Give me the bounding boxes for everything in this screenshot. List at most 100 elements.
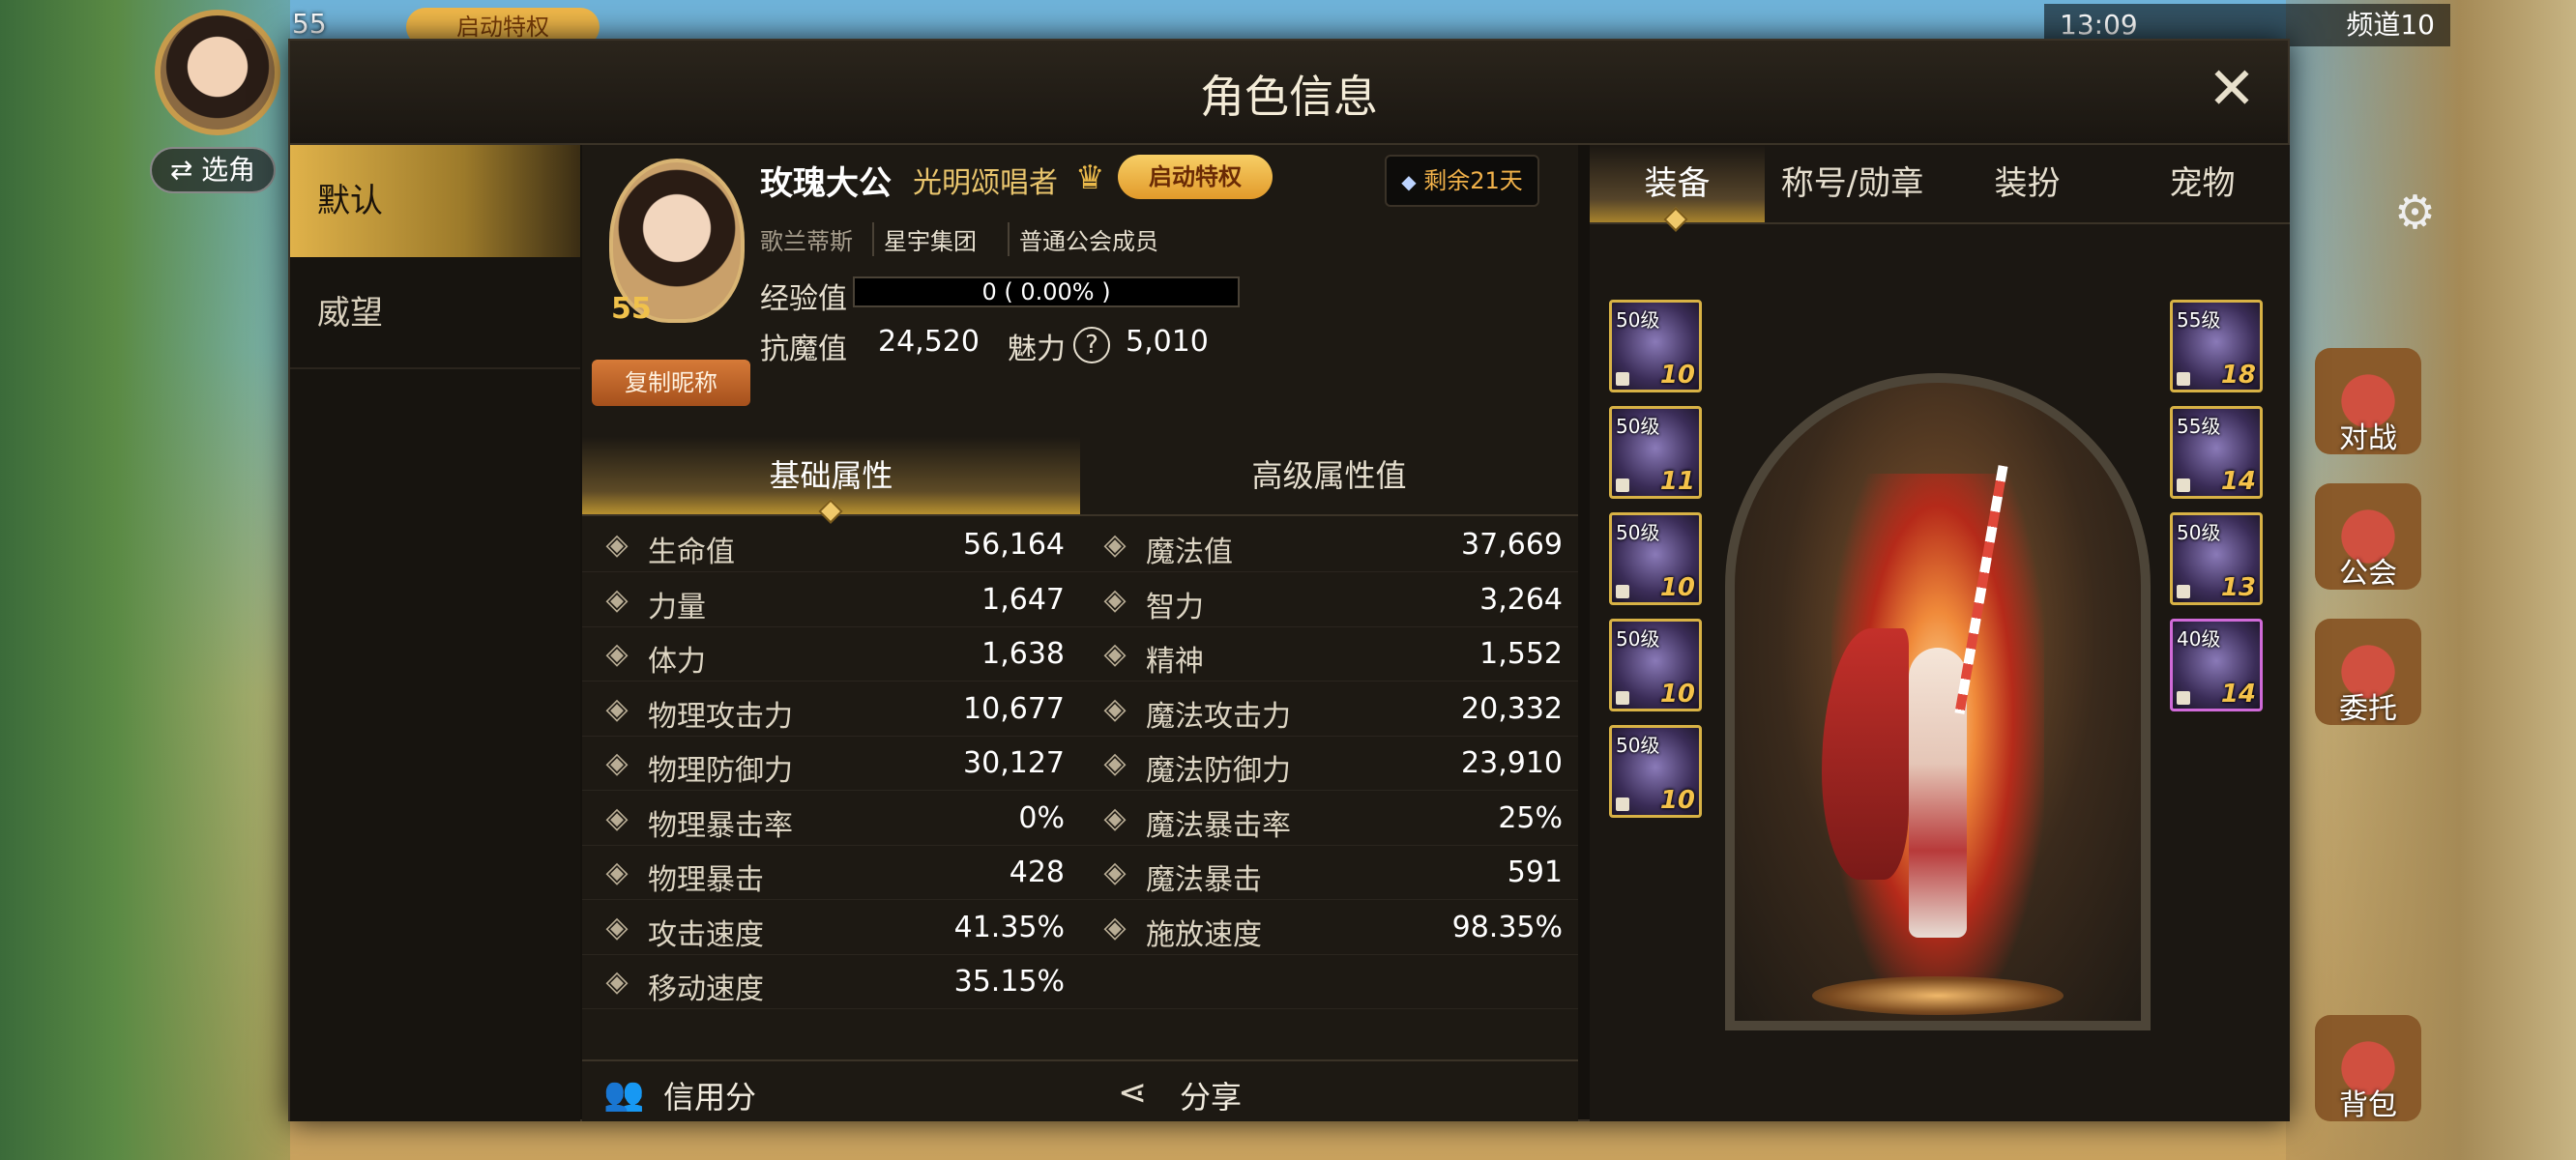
stat-value: 41.35%	[953, 910, 1065, 944]
diamond-icon: ◆	[1401, 170, 1417, 193]
commission-button[interactable]: 委托	[2315, 619, 2421, 726]
stat-cell: ◈ 魔法防御力 23,910	[1080, 737, 1578, 791]
nav-item-prestige[interactable]: 威望	[290, 257, 580, 369]
days-remaining-badge[interactable]: ◆ 剩余21天	[1385, 155, 1539, 207]
equipment-tabs: 装备 称号/勋章 装扮 宠物	[1590, 145, 2290, 232]
stat-value: 1,552	[1479, 637, 1563, 671]
cast-speed-icon: ◈	[1103, 910, 1127, 944]
body-icon: ◈	[605, 637, 629, 671]
item-level: 50级	[1616, 521, 1660, 544]
nav-item-default[interactable]: 默认	[290, 145, 580, 257]
heart-outline-icon: ◈	[1103, 528, 1127, 562]
stat-cell: ◈ 力量 1,647	[582, 573, 1080, 627]
player-level: 55	[292, 8, 327, 40]
item-enhance-level: 10	[1659, 786, 1695, 815]
stat-row: ◈ 体力 1,638 ◈ 精神 1,552	[582, 627, 1578, 682]
item-enhance-level: 10	[1659, 573, 1695, 602]
item-enhance-level: 13	[2220, 573, 2256, 602]
lock-icon	[1616, 585, 1629, 598]
modal-title: 角色信息	[1200, 71, 1378, 123]
modal-header: 角色信息 ✕	[290, 41, 2288, 145]
copy-nickname-button[interactable]: 复制昵称	[592, 360, 750, 406]
stat-name: 力量	[648, 590, 706, 624]
stat-cell: ◈ 魔法暴击 591	[1080, 846, 1578, 900]
backpack-button[interactable]: 背包	[2315, 1015, 2421, 1122]
stat-value: 25%	[1498, 800, 1563, 835]
close-icon[interactable]: ✕	[2203, 60, 2261, 120]
stat-name: 移动速度	[648, 972, 764, 1006]
tab-titles-medals[interactable]: 称号/勋章	[1765, 145, 1940, 222]
stat-name: 物理暴击	[648, 863, 764, 897]
stat-row: ◈ 物理暴击率 0% ◈ 魔法暴击率 25%	[582, 792, 1578, 846]
stat-name: 攻击速度	[648, 917, 764, 952]
item-level: 50级	[2177, 521, 2221, 544]
character-pedestal	[1812, 976, 2064, 1015]
arm-icon: ◈	[605, 582, 629, 617]
lock-icon	[2177, 478, 2190, 492]
select-role-button[interactable]: ⇄ 选角	[150, 147, 276, 193]
stat-value: 30,127	[963, 746, 1065, 780]
stat-value: 20,332	[1461, 691, 1563, 726]
target-icon: ◈	[1103, 856, 1127, 889]
equipment-slot[interactable]: 50级 10	[1609, 619, 1702, 711]
stat-cell: ◈ 移动速度 35.15%	[582, 955, 1080, 1009]
guild-button[interactable]: 公会	[2315, 483, 2421, 591]
privilege-badge[interactable]: 启动特权	[1118, 155, 1273, 199]
equipment-slot[interactable]: 50级 10	[1609, 512, 1702, 605]
equipment-slot[interactable]: 50级 11	[1609, 406, 1702, 499]
attack-speed-icon: ◈	[605, 910, 629, 944]
lock-icon	[1616, 691, 1629, 705]
item-level: 55级	[2177, 415, 2221, 438]
item-level: 50级	[1616, 308, 1660, 332]
character-title: 光明颂唱者	[913, 166, 1058, 200]
stat-name: 魔法值	[1146, 536, 1233, 569]
stat-cell: ◈ 智力 3,264	[1080, 573, 1578, 627]
target-icon: ◈	[1103, 800, 1127, 835]
exp-text: 0 ( 0.00% )	[981, 278, 1111, 305]
stat-value: 1,638	[981, 637, 1065, 671]
stat-name: 物理攻击力	[648, 699, 793, 734]
guild-name: 星宇集团	[872, 222, 977, 256]
equipment-slot[interactable]: 50级 10	[1609, 300, 1702, 392]
equipment-slot[interactable]: 40级 14	[2170, 619, 2263, 711]
stat-cell: ◈ 魔法攻击力 20,332	[1080, 682, 1578, 737]
item-level: 50级	[1616, 734, 1660, 757]
tab-costume[interactable]: 装扮	[1940, 145, 2115, 222]
battle-button[interactable]: 对战	[2315, 348, 2421, 455]
share-icon[interactable]: ⋖	[1118, 1073, 1147, 1113]
equipment-slot[interactable]: 50级 10	[1609, 725, 1702, 818]
stat-row: ◈ 力量 1,647 ◈ 智力 3,264	[582, 573, 1578, 627]
stat-value: 10,677	[963, 691, 1065, 726]
stat-cell: ◈ 物理防御力 30,127	[582, 737, 1080, 791]
charm-label: 魅力	[1008, 333, 1066, 366]
portrait-level: 55	[611, 292, 652, 326]
equipment-slot[interactable]: 55级 14	[2170, 406, 2263, 499]
equipment-slot[interactable]: 50级 13	[2170, 512, 2263, 605]
server-name: 歌兰蒂斯	[760, 228, 853, 255]
shield-icon: ◈	[605, 746, 629, 780]
side-nav: 默认 威望	[290, 145, 580, 1121]
tab-pet[interactable]: 宠物	[2115, 145, 2290, 222]
people-icon[interactable]: 👥	[603, 1075, 644, 1114]
equipment-slot[interactable]: 55级 18	[2170, 300, 2263, 392]
stat-name: 物理防御力	[648, 754, 793, 788]
stat-cell: ◈ 施放速度 98.35%	[1080, 901, 1578, 955]
player-avatar[interactable]	[155, 10, 280, 135]
help-icon[interactable]: ?	[1073, 327, 1110, 363]
stat-row: ◈ 移动速度 35.15%	[582, 955, 1578, 1009]
attribute-tabs: 基础属性 高级属性值	[582, 437, 1578, 524]
share-button[interactable]: 分享	[1180, 1073, 1242, 1117]
item-enhance-level: 10	[1659, 680, 1695, 709]
spirit-icon: ◈	[1103, 637, 1127, 671]
brain-icon: ◈	[1103, 582, 1127, 617]
item-enhance-level: 11	[1659, 467, 1695, 496]
lock-icon	[1616, 798, 1629, 811]
stat-row: ◈ 攻击速度 41.35% ◈ 施放速度 98.35%	[582, 901, 1578, 955]
stat-value: 37,669	[1461, 528, 1563, 562]
stat-value: 98.35%	[1451, 910, 1563, 944]
credit-score-button[interactable]: 信用分	[663, 1073, 756, 1117]
item-enhance-level: 14	[2220, 680, 2256, 709]
gear-icon[interactable]: ⚙	[2394, 186, 2436, 240]
item-level: 55级	[2177, 308, 2221, 332]
tab-advanced-attributes[interactable]: 高级属性值	[1080, 437, 1578, 514]
